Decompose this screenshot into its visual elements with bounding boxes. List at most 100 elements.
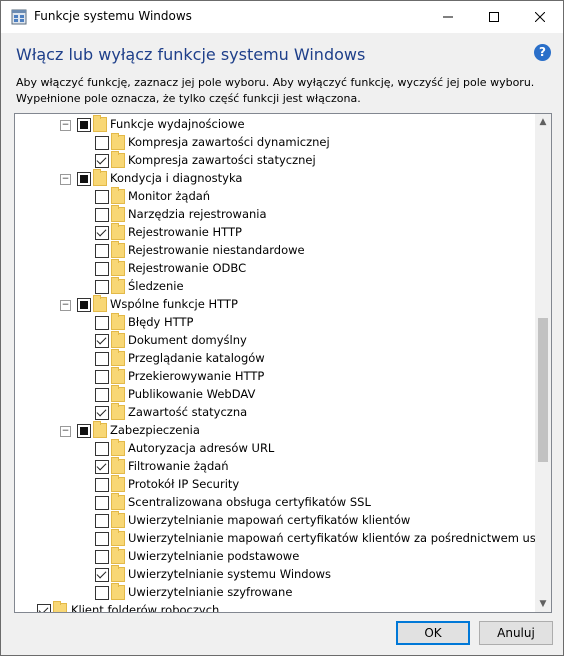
tree-feature-row[interactable]: Przekierowywanie HTTP [15,367,535,386]
tree-group-row[interactable]: − Kondycja i diagnostyka [15,169,535,188]
feature-checkbox[interactable] [95,280,109,294]
folder-icon [111,259,125,276]
tree-feature-row[interactable]: Uwierzytelnianie szyfrowane [15,583,535,602]
tree-group-row[interactable]: − Funkcje wydajnościowe [15,115,535,134]
feature-label: Uwierzytelnianie systemu Windows [128,567,332,581]
tree-feature-row[interactable]: Kompresja zawartości dynamicznej [15,133,535,152]
scrollbar-thumb[interactable] [538,318,548,462]
feature-checkbox[interactable] [95,406,109,420]
feature-checkbox[interactable] [95,514,109,528]
feature-checkbox[interactable] [95,244,109,258]
feature-checkbox[interactable] [77,424,91,438]
windows-features-app-icon [11,9,27,25]
feature-checkbox[interactable] [95,370,109,384]
tree-feature-row[interactable]: Przeglądanie katalogów [15,349,535,368]
feature-label: Protokół IP Security [128,477,240,491]
feature-label: Filtrowanie żądań [128,459,229,473]
tree-feature-row[interactable]: Rejestrowanie ODBC [15,259,535,278]
tree-feature-row[interactable]: Uwierzytelnianie mapowań certyfikatów kl… [15,529,535,548]
collapse-icon[interactable]: − [60,300,71,311]
feature-checkbox[interactable] [95,154,109,168]
tree-feature-row[interactable]: Publikowanie WebDAV [15,385,535,404]
tree-feature-row[interactable]: Uwierzytelnianie mapowań certyfikatów kl… [15,511,535,530]
folder-icon [111,457,125,474]
feature-checkbox[interactable] [77,118,91,132]
feature-label: Rejestrowanie ODBC [128,261,247,275]
folder-icon [111,223,125,240]
feature-label: Zawartość statyczna [128,405,248,419]
tree-feature-row[interactable]: Rejestrowanie niestandardowe [15,241,535,260]
features-tree: − Funkcje wydajnościowe Kompresja zawartoś… [14,113,552,613]
close-button[interactable] [517,1,563,33]
tree-feature-row[interactable]: Scentralizowana obsługa certyfikatów SSL [15,493,535,512]
feature-checkbox[interactable] [95,478,109,492]
feature-checkbox[interactable] [95,442,109,456]
tree-feature-row[interactable]: Rejestrowanie HTTP [15,223,535,242]
vertical-scrollbar[interactable]: ▲ ▼ [535,114,551,612]
tree-feature-row[interactable]: Filtrowanie żądań [15,457,535,476]
folder-icon [111,475,125,492]
feature-checkbox[interactable] [95,208,109,222]
feature-checkbox[interactable] [37,604,51,612]
feature-checkbox[interactable] [95,352,109,366]
tree-feature-row[interactable]: Monitor żądań [15,187,535,206]
tree-group-row[interactable]: − Zabezpieczenia [15,421,535,440]
minimize-button[interactable] [425,1,471,33]
feature-label: Uwierzytelnianie mapowań certyfikatów kl… [128,531,535,545]
description-line-2: Wypełnione pole oznacza, że tylko część … [16,92,361,105]
feature-checkbox[interactable] [95,190,109,204]
feature-label: Publikowanie WebDAV [128,387,256,401]
tree-feature-row[interactable]: Narzędzia rejestrowania [15,205,535,224]
feature-checkbox[interactable] [95,532,109,546]
scroll-down-arrow-icon[interactable]: ▼ [535,596,551,612]
feature-checkbox[interactable] [95,496,109,510]
collapse-icon[interactable]: − [60,174,71,185]
feature-checkbox[interactable] [95,586,109,600]
feature-checkbox[interactable] [95,388,109,402]
tree-feature-row[interactable]: Kompresja zawartości statycznej [15,151,535,170]
feature-label: Autoryzacja adresów URL [128,441,275,455]
window-title: Funkcje systemu Windows [34,9,192,23]
collapse-icon[interactable]: − [60,426,71,437]
folder-icon [111,277,125,294]
description-line-1: Aby włączyć funkcję, zaznacz jej pole wy… [16,76,535,89]
tree-feature-row[interactable]: Błędy HTTP [15,313,535,332]
folder-icon [93,421,107,438]
tree-feature-row[interactable]: Śledzenie [15,277,535,296]
scroll-up-arrow-icon[interactable]: ▲ [535,114,551,130]
maximize-icon [489,12,499,22]
feature-checkbox[interactable] [95,226,109,240]
feature-checkbox[interactable] [95,334,109,348]
feature-checkbox[interactable] [95,262,109,276]
ok-button[interactable]: OK [396,621,470,645]
feature-checkbox[interactable] [95,316,109,330]
help-icon[interactable]: ? [534,44,551,61]
tree-feature-row[interactable]: Protokół IP Security [15,475,535,494]
collapse-icon[interactable]: − [60,120,71,131]
feature-label: Kondycja i diagnostyka [110,171,243,185]
feature-label: Funkcje wydajnościowe [110,117,245,131]
folder-icon [111,331,125,348]
cancel-button[interactable]: Anuluj [479,621,553,645]
tree-feature-row[interactable]: Uwierzytelnianie podstawowe [15,547,535,566]
folder-icon [111,313,125,330]
feature-checkbox[interactable] [77,298,91,312]
description: Aby włączyć funkcję, zaznacz jej pole wy… [16,75,534,107]
tree-feature-row[interactable]: Klient folderów roboczych [15,601,535,612]
feature-checkbox[interactable] [95,460,109,474]
tree-feature-row[interactable]: Uwierzytelnianie systemu Windows [15,565,535,584]
feature-checkbox[interactable] [95,550,109,564]
maximize-button[interactable] [471,1,517,33]
tree-feature-row[interactable]: Dokument domyślny [15,331,535,350]
folder-icon [111,583,125,600]
feature-label: Dokument domyślny [128,333,247,347]
tree-feature-row[interactable]: Zawartość statyczna [15,403,535,422]
folder-icon [111,367,125,384]
folder-icon [111,133,125,150]
feature-checkbox[interactable] [95,136,109,150]
feature-checkbox[interactable] [95,568,109,582]
feature-label: Przekierowywanie HTTP [128,369,265,383]
tree-feature-row[interactable]: Autoryzacja adresów URL [15,439,535,458]
feature-checkbox[interactable] [77,172,91,186]
tree-group-row[interactable]: − Wspólne funkcje HTTP [15,295,535,314]
